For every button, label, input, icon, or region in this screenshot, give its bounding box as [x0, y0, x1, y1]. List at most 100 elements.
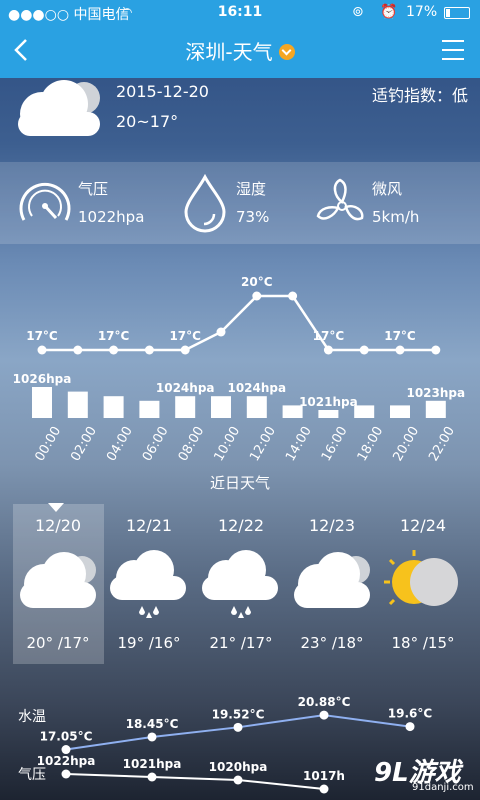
pressure-bar [175, 396, 196, 418]
temperature-point [323, 345, 333, 355]
battery-percent: 17% [406, 4, 438, 20]
nav-bar: 深圳-天气 [0, 26, 480, 78]
gauge-icon [19, 182, 71, 221]
forecast-date: 12/22 [217, 516, 265, 535]
menu-bar [442, 40, 464, 42]
pressure-bar [246, 396, 267, 418]
back-button[interactable] [12, 36, 44, 68]
fishing-index: 适钓指数：低 [371, 86, 468, 105]
pressure-label: 1024hpa [227, 381, 286, 395]
stats-panel: 气压 1022hpa 湿度 73% 微风 5km/h [0, 162, 480, 244]
pressure-bar [103, 396, 124, 418]
cloudy-icon [294, 552, 370, 608]
temperature-point [288, 291, 298, 301]
temperature-label: 17°C [313, 329, 345, 343]
pressure-trend-value: 1020hpa [209, 760, 268, 774]
water-temp-point [61, 745, 71, 755]
menu-bar [442, 58, 464, 60]
temperature-label: 17°C [384, 329, 416, 343]
temperature-point [431, 345, 441, 355]
temperature-point [216, 327, 226, 337]
chevron-left-icon [14, 39, 27, 61]
time-tick-label: 08:00 [176, 424, 208, 464]
forecast-temp: 20° /17° [26, 634, 90, 652]
forecast-date: 12/23 [308, 516, 356, 535]
temperature-point [109, 345, 119, 355]
temperature-point [73, 345, 83, 355]
alarm-icon: ⏰ [380, 4, 398, 20]
temperature-point [359, 345, 369, 355]
time-tick-label: 06:00 [140, 424, 172, 464]
time-tick-label: 20:00 [390, 424, 422, 464]
forecast-date: 12/20 [34, 516, 82, 535]
cloudy-icon [18, 80, 100, 136]
pressure-bar [67, 391, 88, 418]
pressure-label: 1024hpa [156, 381, 215, 395]
hourly-chart: 17°C 17°C 17°C 20°C 17°C 17°C 1026hpa 1024hpa 10… [13, 275, 465, 464]
water-temp-point [147, 732, 157, 742]
time-tick-label: 12:00 [247, 424, 279, 464]
pressure-trend-point [61, 769, 71, 779]
status-bar: ●●●○○ 中国电信 ◠ 16:11 ⊚ ⏰ 17% [0, 0, 480, 26]
temperature-point [180, 345, 190, 355]
temperature-point [395, 345, 405, 355]
time-tick-label: 22:00 [426, 424, 458, 464]
temperature-point [37, 345, 47, 355]
lock-rotation-icon: ⊚ [352, 4, 364, 20]
water-temp-value: 18.45°C [126, 717, 179, 731]
pressure-bar [211, 396, 231, 418]
rain-icon [110, 550, 186, 618]
rain-icon [202, 550, 278, 618]
partly-cloudy-icon [384, 550, 458, 606]
temperature-point [252, 291, 262, 301]
time-tick-label: 16:00 [319, 424, 351, 464]
time-tick-label: 10:00 [211, 424, 243, 464]
pressure-trend-line [65, 773, 325, 790]
time-tick-label: 04:00 [104, 424, 136, 464]
pressure-label: 1023hpa [406, 386, 465, 400]
pressure-bar [139, 400, 160, 418]
water-temp-value: 19.6°C [388, 707, 433, 721]
pressure-bar [390, 405, 410, 418]
forecast-temp: 21° /17° [209, 634, 273, 652]
humidity-label: 湿度 [236, 180, 267, 198]
pressure-bar [425, 400, 446, 418]
water-temp-point [405, 722, 415, 732]
pressure-label: 气压 [78, 180, 109, 198]
water-temp-point [319, 710, 329, 720]
temperature-label: 17°C [98, 329, 130, 343]
today-date: 2015-12-20 [116, 82, 209, 101]
forecast-date: 12/24 [399, 516, 447, 535]
pressure-value: 1022hpa [78, 208, 145, 226]
temperature-point [144, 345, 154, 355]
fan-icon [316, 178, 364, 221]
battery-icon [444, 7, 470, 19]
time-tick-label: 00:00 [32, 424, 64, 464]
time-tick-label: 02:00 [68, 424, 100, 464]
pressure-trend-value: 1017h [303, 769, 345, 783]
water-temp-value: 19.52°C [212, 707, 265, 721]
pressure-bar [318, 410, 339, 418]
pressure-trend-point [233, 775, 243, 785]
pressure-trend-point [319, 784, 329, 794]
temperature-label: 20°C [241, 275, 273, 289]
forecast-temp: 23° /18° [300, 634, 364, 652]
page-title: 深圳-天气 [0, 26, 480, 78]
forecast-temp: 19° /16° [117, 634, 181, 652]
pressure-label: 1026hpa [13, 372, 72, 386]
forecast-title: 近日天气 [209, 474, 270, 492]
temperature-label: 17°C [26, 329, 58, 343]
chevron-down-icon[interactable] [278, 43, 295, 60]
page-title-text: 深圳-天气 [185, 40, 273, 64]
time-tick-label: 18:00 [355, 424, 387, 464]
water-temp-value: 20.88°C [298, 695, 351, 709]
cloudy-icon [20, 552, 96, 608]
menu-button[interactable] [442, 40, 466, 62]
watermark-url: 91danji.com [412, 782, 474, 793]
forecast-temp: 18° /15° [391, 634, 455, 652]
forecast-date: 12/21 [125, 516, 173, 535]
water-temp-point [233, 722, 243, 732]
pressure-trend-value: 1022hpa [37, 754, 96, 768]
humidity-value: 73% [236, 208, 270, 226]
water-drop-icon [184, 174, 226, 233]
